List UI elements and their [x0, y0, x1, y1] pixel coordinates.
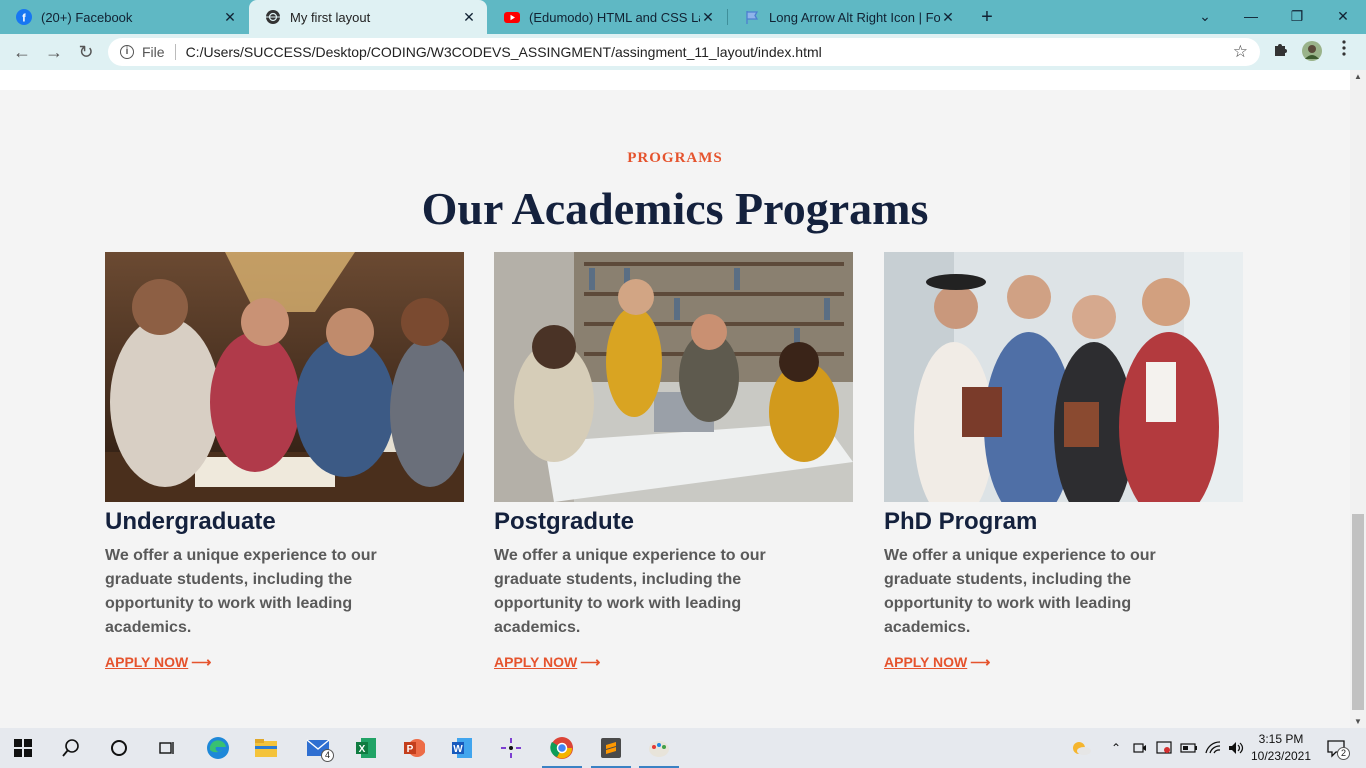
program-title: Undergraduate	[105, 508, 276, 535]
program-card-phd: PhD Program We offer a unique experience…	[884, 252, 1244, 672]
students-studying-photo	[105, 252, 464, 502]
program-description: We offer a unique experience to our grad…	[884, 547, 1156, 636]
scrollbar-thumb[interactable]	[1352, 514, 1364, 710]
mail-count-badge: 4	[321, 749, 334, 762]
address-divider	[174, 44, 176, 60]
word-icon[interactable]: W	[439, 728, 485, 768]
back-arrow-icon[interactable]: ←	[10, 40, 34, 64]
address-bar[interactable]: i File C:/Users/SUCCESS/Desktop/CODING/W…	[108, 38, 1260, 66]
clock-time: 3:15 PM	[1258, 732, 1304, 746]
section-heading: Our Academics Programs	[421, 183, 929, 234]
flag-icon	[744, 9, 760, 25]
minimize-icon[interactable]: —	[1228, 0, 1274, 34]
edge-browser-icon[interactable]	[195, 728, 241, 768]
meet-now-icon[interactable]	[1130, 728, 1150, 768]
students-group-photo	[884, 252, 1243, 502]
program-description: We offer a unique experience to our grad…	[494, 547, 766, 636]
tab-long-arrow[interactable]: Long Arrow Alt Right Icon | Font ✕	[728, 0, 966, 34]
address-url[interactable]: C:/Users/SUCCESS/Desktop/CODING/W3CODEVS…	[186, 44, 822, 60]
tab-title: Long Arrow Alt Right Icon | Font	[769, 9, 940, 25]
tab-title: My first layout	[290, 9, 371, 25]
svg-text:f: f	[22, 13, 26, 25]
globe-icon	[265, 9, 281, 25]
section-eyebrow: PROGRAMS	[627, 150, 723, 166]
close-tab-icon[interactable]: ✕	[940, 9, 956, 26]
close-tab-icon[interactable]: ✕	[222, 9, 238, 26]
program-description: We offer a unique experience to our grad…	[105, 547, 377, 636]
tab-search-chevron-icon[interactable]: ⌄	[1182, 0, 1228, 34]
facebook-icon: f	[16, 9, 32, 25]
system-clock[interactable]: 3:15 PM 10/23/2021	[1246, 731, 1316, 765]
file-explorer-icon[interactable]	[243, 728, 289, 768]
profile-avatar[interactable]	[1300, 40, 1324, 64]
excel-icon[interactable]: X	[343, 728, 389, 768]
weather-icon[interactable]	[1068, 728, 1094, 768]
program-card-postgraduate: Postgradute We offer a unique experience…	[494, 252, 854, 672]
battery-icon[interactable]	[1178, 728, 1200, 768]
apply-now-label: APPLY NOW	[494, 654, 578, 670]
search-icon[interactable]	[48, 728, 94, 768]
snipping-tool-icon[interactable]	[488, 728, 534, 768]
scroll-down-arrow-icon[interactable]: ▼	[1350, 717, 1366, 726]
wifi-icon[interactable]	[1202, 728, 1224, 768]
cortana-circle-icon[interactable]	[96, 728, 142, 768]
defender-icon[interactable]	[1154, 728, 1174, 768]
svg-text:X: X	[359, 744, 366, 755]
previous-section-edge	[0, 70, 1350, 90]
close-window-icon[interactable]: ✕	[1320, 0, 1366, 34]
tab-facebook[interactable]: f (20+) Facebook ✕	[0, 0, 248, 34]
program-card-undergraduate: Undergraduate We offer a unique experien…	[105, 252, 465, 672]
apply-now-link[interactable]: APPLY NOW ⟶	[105, 654, 211, 671]
youtube-icon	[504, 9, 520, 25]
menu-kebab-icon[interactable]	[1332, 40, 1356, 64]
svg-text:P: P	[407, 744, 414, 755]
apply-now-link[interactable]: APPLY NOW ⟶	[494, 654, 600, 671]
paint-icon[interactable]	[636, 728, 682, 768]
close-tab-icon[interactable]: ✕	[700, 9, 716, 26]
apply-now-label: APPLY NOW	[884, 654, 968, 670]
chrome-icon[interactable]	[539, 728, 585, 768]
show-hidden-icons-chevron-icon[interactable]: ⌃	[1106, 728, 1126, 768]
tab-title: (20+) Facebook	[41, 9, 133, 25]
page-scrollbar[interactable]: ▲ ▼	[1350, 70, 1366, 728]
library-discussion-photo	[494, 252, 853, 502]
powerpoint-icon[interactable]: P	[391, 728, 437, 768]
task-view-icon[interactable]	[144, 728, 190, 768]
program-title: Postgradute	[494, 508, 635, 535]
sublime-text-icon[interactable]	[588, 728, 634, 768]
tab-my-first-layout[interactable]: My first layout ✕	[249, 0, 487, 34]
extensions-puzzle-icon[interactable]	[1268, 40, 1292, 64]
scheme-label: File	[142, 44, 165, 60]
close-tab-icon[interactable]: ✕	[461, 9, 477, 26]
page-viewport: PROGRAMS Our Academics Programs Undergra…	[0, 70, 1350, 728]
clock-date: 10/23/2021	[1250, 749, 1312, 763]
apply-now-label: APPLY NOW	[105, 654, 189, 670]
info-icon[interactable]: i	[120, 45, 134, 59]
svg-text:W: W	[453, 744, 463, 755]
windows-taskbar: 4 X P W ⌃ 3:15 PM 10/23/2021 2	[0, 728, 1366, 768]
long-arrow-right-icon: ⟶	[970, 654, 991, 670]
bookmark-star-icon[interactable]: ☆	[1233, 42, 1248, 62]
reload-icon[interactable]: ↻	[74, 40, 98, 64]
new-tab-button[interactable]: +	[976, 6, 998, 28]
start-windows-icon[interactable]	[0, 728, 46, 768]
long-arrow-right-icon: ⟶	[580, 654, 601, 670]
restore-icon[interactable]: ❐	[1274, 0, 1320, 34]
mail-icon[interactable]: 4	[295, 728, 341, 768]
volume-icon[interactable]	[1226, 728, 1248, 768]
browser-toolbar: ← → ↻ i File C:/Users/SUCCESS/Desktop/CO…	[0, 34, 1366, 70]
forward-arrow-icon[interactable]: →	[42, 40, 66, 64]
tab-title: (Edumodo) HTML and CSS Layou	[529, 9, 700, 25]
tab-edumodo[interactable]: (Edumodo) HTML and CSS Layou ✕	[488, 0, 726, 34]
scroll-up-arrow-icon[interactable]: ▲	[1350, 72, 1366, 81]
notification-count-badge: 2	[1337, 747, 1350, 760]
long-arrow-right-icon: ⟶	[191, 654, 212, 670]
browser-tab-strip: f (20+) Facebook ✕ My first layout ✕ (Ed…	[0, 0, 1366, 34]
apply-now-link[interactable]: APPLY NOW ⟶	[884, 654, 990, 671]
notifications-icon[interactable]: 2	[1320, 728, 1352, 768]
program-title: PhD Program	[884, 508, 1038, 535]
